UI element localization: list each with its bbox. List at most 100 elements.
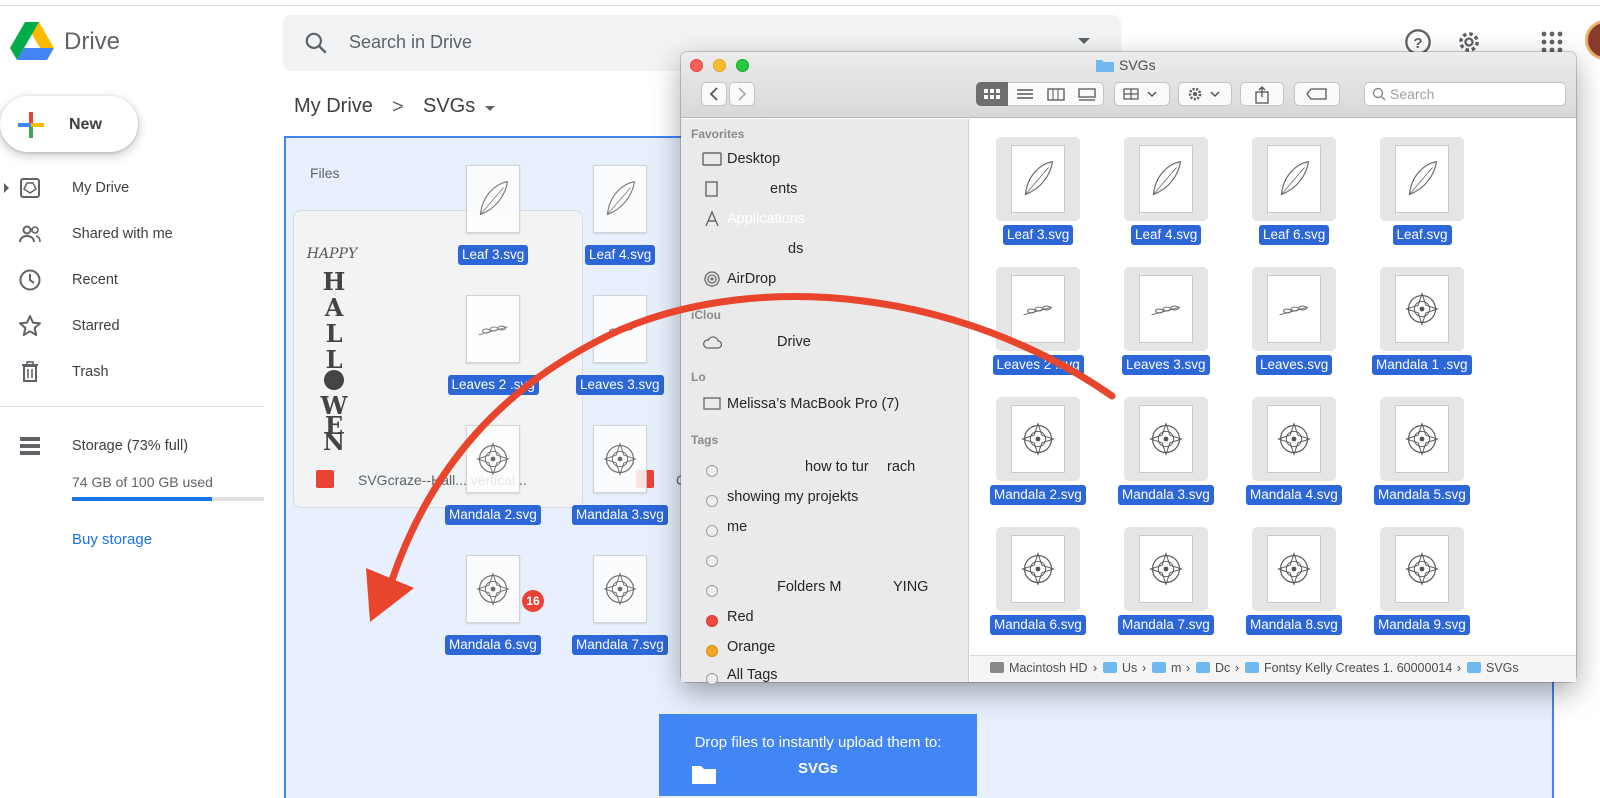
sidebar-tag-orange[interactable]: Orange xyxy=(727,639,775,655)
sidebar-item-macbook[interactable]: Melissa’s MacBook Pro (7) xyxy=(727,396,899,412)
drag-count-badge: 16 xyxy=(522,590,544,612)
plus-icon xyxy=(18,112,44,138)
storage-bar-fill xyxy=(72,497,213,501)
share-button[interactable] xyxy=(1240,82,1284,106)
svg-file-thumbnail xyxy=(1152,160,1182,196)
finder-file-label: Leaf.svg xyxy=(1392,225,1452,245)
dragged-file-thumbnail xyxy=(466,165,520,233)
gallery-view-icon[interactable] xyxy=(1078,88,1096,102)
finder-file-thumbnail xyxy=(1139,405,1193,473)
finder-file-label: Mandala 9.svg xyxy=(1374,615,1470,635)
breadcrumb-current-folder[interactable]: SVGs xyxy=(423,95,475,118)
finder-file-thumbnail xyxy=(1011,275,1065,343)
storage-label: Storage (73% full) xyxy=(72,438,189,454)
path-separator: › xyxy=(1186,661,1191,675)
path-segment[interactable]: SVGs xyxy=(1486,661,1519,675)
list-view-icon[interactable] xyxy=(1016,88,1034,102)
search-options-caret-icon[interactable] xyxy=(1078,38,1090,44)
folder-menu-caret-icon[interactable] xyxy=(485,106,495,111)
sidebar-all-tags[interactable]: All Tags xyxy=(727,667,778,682)
tag-dot-icon xyxy=(706,585,718,597)
sidebar-item-storage[interactable]: Storage (73% full) xyxy=(0,426,264,466)
buy-storage-link[interactable]: Buy storage xyxy=(72,531,152,548)
sidebar-tag-1-tail: rach xyxy=(887,459,916,475)
search-input[interactable]: Search in Drive xyxy=(349,32,472,53)
top-border xyxy=(0,0,1600,6)
search-icon[interactable] xyxy=(303,30,329,56)
sidebar-item-label: My Drive xyxy=(72,180,130,196)
drive-logo-icon[interactable] xyxy=(10,22,54,62)
sidebar-tag-4[interactable]: Folders M xyxy=(777,579,841,595)
dragged-file-label: Mandala 2.svg xyxy=(445,505,541,525)
sidebar-item-my-drive[interactable]: My Drive xyxy=(0,168,264,208)
svg-text:L: L xyxy=(326,345,343,374)
dragged-file-label: Mandala 6.svg xyxy=(445,635,541,655)
sidebar-item-desktop[interactable]: Desktop xyxy=(727,151,780,167)
sidebar-tag-2[interactable]: showing my projekts xyxy=(727,489,858,505)
account-avatar[interactable] xyxy=(1585,20,1600,60)
sidebar-item-shared[interactable]: Shared with me xyxy=(0,214,264,254)
sidebar-tag-red[interactable]: Red xyxy=(727,609,754,625)
expand-arrow-icon[interactable] xyxy=(4,183,9,193)
column-view-icon[interactable] xyxy=(1047,88,1065,102)
folder-icon xyxy=(1245,662,1259,673)
minimize-button[interactable] xyxy=(713,59,726,72)
back-button[interactable] xyxy=(701,82,727,106)
trash-icon xyxy=(22,361,38,382)
path-segment[interactable]: Dc xyxy=(1215,661,1230,675)
path-segment[interactable]: Fontsy Kelly Creates 1. 60000014 xyxy=(1264,661,1452,675)
sidebar-item-starred[interactable]: Starred xyxy=(0,306,264,346)
tags-button[interactable] xyxy=(1294,82,1340,106)
path-segment[interactable]: m xyxy=(1171,661,1181,675)
action-button[interactable] xyxy=(1178,82,1232,106)
sidebar-item-trash[interactable]: Trash xyxy=(0,352,264,392)
svg-file-thumbnail xyxy=(1024,160,1054,196)
zoom-button[interactable] xyxy=(736,59,749,72)
finder-file-thumbnail xyxy=(1139,535,1193,603)
folder-icon xyxy=(1467,662,1481,673)
sidebar-item-label: Starred xyxy=(72,318,120,334)
finder-file-label: Mandala 4.svg xyxy=(1246,485,1342,505)
apps-grid-icon[interactable] xyxy=(1540,30,1564,54)
sidebar-item-downloads[interactable]: ds xyxy=(788,241,803,257)
path-segment[interactable]: Macintosh HD xyxy=(1009,661,1088,675)
shared-icon xyxy=(19,225,41,243)
sidebar-item-label: Trash xyxy=(72,364,109,380)
finder-file-label: Mandala 2.svg xyxy=(990,485,1086,505)
sidebar-item-applications[interactable]: Applications xyxy=(727,211,805,227)
sidebar-item-airdrop[interactable]: AirDrop xyxy=(727,271,776,287)
icon-grid-icon xyxy=(984,89,1000,99)
halloween-thumbnail: HAPPY HAL LW EN xyxy=(306,246,359,452)
sidebar-item-documents[interactable]: ents xyxy=(770,181,797,197)
drive-app-name: Drive xyxy=(64,28,121,55)
action-gear-icon xyxy=(1188,87,1220,101)
sidebar-tag-1[interactable]: how to tur xyxy=(805,459,869,475)
group-button[interactable] xyxy=(1114,82,1170,106)
svg-file-thumbnail xyxy=(1023,305,1053,316)
finder-file-thumbnail xyxy=(1267,275,1321,343)
breadcrumb-my-drive[interactable]: My Drive xyxy=(294,95,373,118)
finder-search-input[interactable]: Search xyxy=(1390,86,1434,102)
upload-hint-text: Drop files to instantly upload them to: xyxy=(694,734,942,751)
dragged-file-label: Mandala 3.svg xyxy=(572,505,668,525)
dragged-file-thumbnail xyxy=(593,165,647,233)
forward-button[interactable] xyxy=(729,82,755,106)
finder-file-thumbnail xyxy=(1267,405,1321,473)
chevron-left-icon xyxy=(709,87,718,101)
sidebar-item-icloud-drive[interactable]: Drive xyxy=(777,334,811,350)
svg-file-thumbnail xyxy=(479,180,509,216)
sidebar-item-recent[interactable]: Recent xyxy=(0,260,264,300)
clock-icon xyxy=(19,269,41,291)
sidebar-item-label: Recent xyxy=(72,272,118,288)
finder-file-label: Mandala 8.svg xyxy=(1246,615,1342,635)
finder-window-title: SVGs xyxy=(1119,57,1156,73)
path-segment[interactable]: Us xyxy=(1122,661,1137,675)
sidebar-tag-3[interactable]: me xyxy=(727,519,747,535)
icon-view-button[interactable] xyxy=(976,82,1008,106)
desktop-icon xyxy=(702,152,722,166)
close-button[interactable] xyxy=(690,59,703,72)
svg-text:HAPPY: HAPPY xyxy=(306,246,359,262)
files-section-label: Files xyxy=(310,165,340,181)
tag-dot-icon xyxy=(706,465,718,477)
svg-file-thumbnail xyxy=(476,572,510,606)
